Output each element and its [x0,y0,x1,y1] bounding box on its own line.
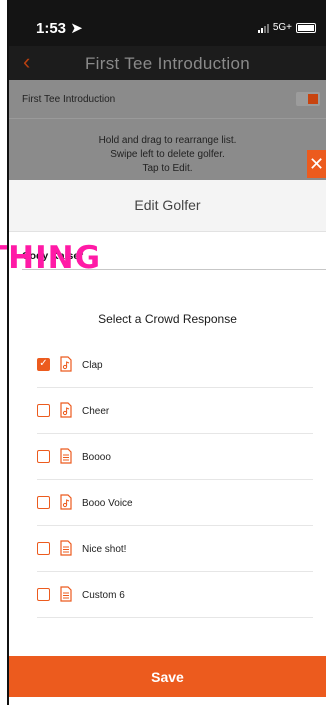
crowd-response-label: Booo Voice [82,498,133,509]
section-title: Select a Crowd Response [98,312,237,326]
crowd-response-label: Boooo [82,452,111,463]
toggle-switch[interactable] [296,92,320,106]
audio-file-icon [60,356,72,372]
crowd-response-item[interactable]: Custom 6 [9,572,326,618]
checkbox[interactable] [37,588,50,601]
close-button[interactable]: ✕ [307,150,326,178]
overlay-text: THING [0,240,102,276]
crowd-response-label: Clap [82,360,103,371]
status-time: 1:53 ➤ [36,20,83,37]
battery-icon [296,22,316,33]
save-button[interactable]: Save [9,656,326,697]
list-item-label: First Tee Introduction [22,94,116,105]
crowd-response-item[interactable]: Boooo [9,434,326,480]
background-list-dimmed: First Tee Introduction Hold and drag to … [9,80,326,180]
instructions-text: Hold and drag to rearrange list. Swipe l… [98,135,237,174]
text-file-icon [60,540,72,556]
checkbox[interactable] [37,496,50,509]
signal-icon [257,23,269,33]
crowd-response-list: ✓ Clap Cheer Boooo Booo Voice Nice shot! Custo… [9,342,326,618]
crowd-response-item[interactable]: Nice shot! [9,526,326,572]
checkbox[interactable] [37,450,50,463]
crowd-response-label: Cheer [82,406,110,417]
crowd-response-label: Nice shot! [82,544,127,555]
left-edge-border [0,0,9,705]
close-icon: ✕ [308,153,325,174]
checkbox[interactable] [37,404,50,417]
checkbox[interactable] [37,542,50,555]
modal-header: Edit Golfer [9,180,326,232]
location-arrow-icon: ➤ [70,20,83,37]
modal-title: Edit Golfer [134,197,201,213]
audio-file-icon [60,402,72,418]
page-title: First Tee Introduction [84,54,251,73]
crowd-response-item[interactable]: Booo Voice [9,480,326,526]
text-file-icon [60,448,72,464]
status-bar: 1:53 ➤ 5G+ [9,0,326,46]
navigation-bar: ‹ First Tee Introduction [9,46,326,80]
crowd-response-item[interactable]: Cheer [9,388,326,434]
list-item[interactable]: First Tee Introduction [9,80,326,119]
status-indicators: 5G+ [257,22,316,33]
audio-file-icon [60,494,72,510]
text-file-icon [60,586,72,602]
checkbox-checked[interactable]: ✓ [37,358,50,371]
network-label: 5G+ [272,22,292,33]
crowd-response-item[interactable]: ✓ Clap [9,342,326,388]
crowd-response-label: Custom 6 [82,590,125,601]
